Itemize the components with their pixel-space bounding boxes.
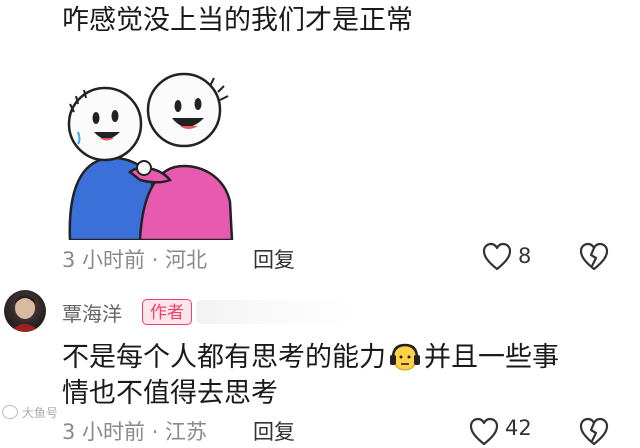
watermark: 大鱼号	[2, 404, 58, 421]
watermark-logo-icon	[2, 405, 18, 419]
author-name[interactable]: 覃海洋	[62, 298, 122, 327]
author-comment-line-1: 不是每个人都有思考的能力 并且一些事	[62, 340, 559, 376]
dislike-broken-heart-icon[interactable]	[578, 416, 610, 448]
dislike-broken-heart-icon[interactable]	[578, 241, 610, 273]
author-badge: 作者	[142, 299, 192, 325]
like-count: 8	[518, 244, 532, 268]
author-reply-button[interactable]: 回复	[253, 416, 295, 446]
like-count: 42	[505, 416, 532, 440]
watermark-text: 大鱼号	[21, 406, 58, 420]
blurred-region	[196, 300, 356, 324]
reply-button[interactable]: 回复	[253, 244, 295, 274]
like-heart-icon[interactable]	[481, 241, 513, 273]
avatar[interactable]	[4, 290, 46, 332]
comment-text: 咋感觉没上当的我们才是正常	[62, 5, 413, 36]
hug-sticker-image	[67, 72, 234, 240]
comment-time-location: 3 小时前 · 河北	[62, 248, 208, 272]
author-time-location: 3 小时前 · 江苏	[62, 420, 208, 444]
comment-text-part: 并且一些事	[424, 342, 559, 373]
like-heart-icon[interactable]	[468, 416, 500, 448]
author-comment-line-2: 情也不值得去思考	[62, 378, 278, 409]
comment-text-part: 不是每个人都有思考的能力	[62, 342, 386, 373]
headphone-face-emoji-icon	[390, 343, 420, 371]
